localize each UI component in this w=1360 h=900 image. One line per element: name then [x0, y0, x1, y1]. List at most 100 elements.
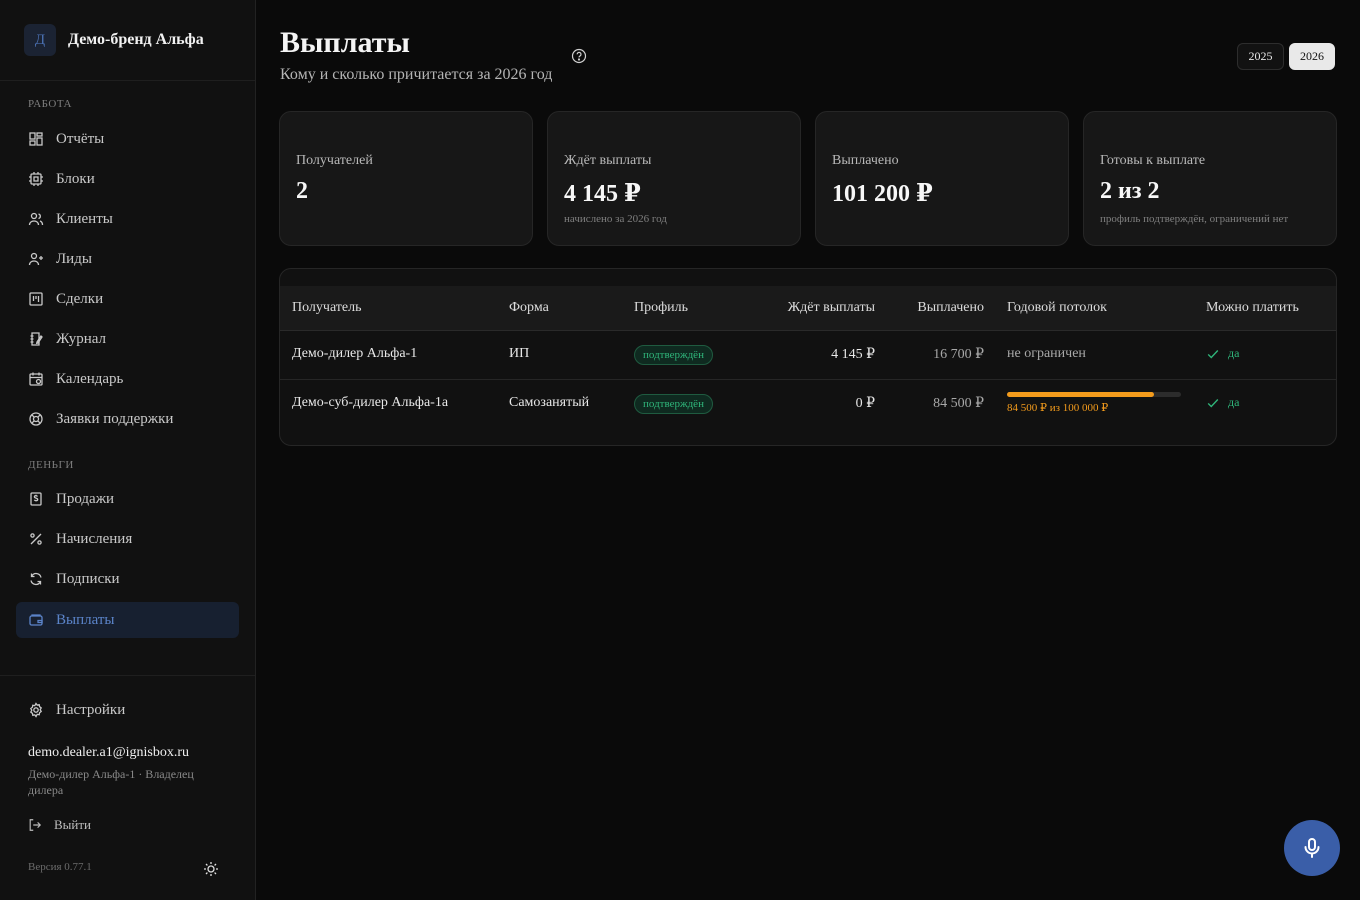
stat-card-pending: Ждёт выплаты 4 145 ₽ начислено за 2026 г… [547, 111, 801, 246]
status-badge: подтверждён [634, 394, 713, 414]
gear-icon [29, 702, 43, 718]
sidebar-item-journal[interactable]: Журнал [16, 321, 239, 357]
cell-recipient: Демо-суб-дилер Альфа-1а [292, 395, 449, 410]
section-label-money: Деньги [28, 459, 74, 471]
sidebar-item-label: Подписки [56, 570, 120, 587]
sidebar-item-label: Календарь [56, 370, 124, 387]
user-role: Демо-дилер Альфа-1 · Владелец дилера [28, 767, 194, 797]
page-subtitle: Кому и сколько причитается за 2026 год [280, 66, 553, 83]
table-header: Получатель Форма Профиль Ждёт выплаты Вы… [280, 286, 1336, 331]
column-header-can-pay[interactable]: Можно платить [1206, 300, 1299, 316]
chip-icon [29, 172, 43, 186]
column-header-annual-cap[interactable]: Годовой потолок [1007, 300, 1107, 316]
stat-value: 101 200 ₽ [832, 181, 933, 207]
brand-header[interactable]: Д Демо-бренд Альфа [0, 0, 255, 81]
stat-card-recipients: Получателей 2 [279, 111, 533, 246]
sidebar-item-label: Выплаты [56, 611, 115, 628]
sidebar-item-label: Сделки [56, 290, 104, 307]
annual-cap-text: 84 500 ₽ из 100 000 ₽ [1007, 402, 1109, 414]
stat-card-ready: Готовы к выплате 2 из 2 профиль подтверж… [1083, 111, 1337, 246]
sidebar-item-label: Продажи [56, 490, 115, 507]
logout-label: Выйти [54, 817, 92, 832]
cell-annual-cap: не ограничен [1007, 346, 1086, 361]
sun-icon[interactable] [203, 861, 219, 877]
brand-name: Демо-бренд Альфа [68, 31, 204, 48]
column-header-paid[interactable]: Выплачено [917, 300, 984, 316]
sidebar-item-label: Блоки [56, 170, 95, 187]
stat-label: Готовы к выплате [1100, 153, 1206, 168]
section-label-work: Работа [28, 98, 72, 110]
logout-button[interactable]: Выйти [28, 817, 91, 833]
page-title: Выплаты [280, 26, 410, 59]
lifebuoy-icon [29, 412, 43, 426]
sidebar-item-label: Клиенты [56, 210, 113, 227]
can-pay-label: да [1228, 346, 1240, 360]
sidebar-item-deals[interactable]: Сделки [16, 281, 239, 317]
sidebar-item-support[interactable]: Заявки поддержки [16, 401, 239, 437]
can-pay-indicator: да [1206, 346, 1239, 361]
journal-icon [30, 332, 43, 346]
sidebar-item-leads[interactable]: Лиды [16, 241, 239, 277]
calendar-icon [29, 372, 43, 386]
payouts-table: Получатель Форма Профиль Ждёт выплаты Вы… [279, 268, 1337, 446]
dashboard-icon [29, 132, 43, 146]
percent-icon [30, 533, 42, 545]
sidebar-item-accruals[interactable]: Начисления [16, 521, 239, 557]
stat-sub: профиль подтверждён, ограничений нет [1100, 213, 1289, 225]
settings-label: Настройки [56, 701, 126, 718]
stat-sub: начислено за 2026 год [564, 213, 667, 225]
sidebar-item-reports[interactable]: Отчёты [16, 121, 239, 157]
cell-form: ИП [509, 346, 530, 361]
kanban-icon [29, 292, 43, 306]
stat-value: 2 из 2 [1100, 178, 1160, 204]
receipt-icon [30, 492, 42, 506]
logout-icon [29, 819, 42, 831]
sidebar-item-label: Заявки поддержки [56, 410, 174, 427]
can-pay-label: да [1228, 395, 1240, 409]
sidebar-item-calendar[interactable]: Календарь [16, 361, 239, 397]
stat-value: 2 [296, 178, 308, 204]
stat-label: Ждёт выплаты [564, 153, 652, 168]
sidebar-item-settings[interactable]: Настройки [16, 692, 239, 728]
help-icon[interactable] [571, 48, 587, 64]
check-icon [1207, 398, 1219, 408]
sidebar-footer: Настройки demo.dealer.a1@ignisbox.ru Дем… [0, 675, 255, 900]
refresh-icon [30, 572, 42, 586]
sidebar-item-label: Журнал [56, 330, 107, 347]
stat-card-paid: Выплачено 101 200 ₽ [815, 111, 1069, 246]
microphone-icon [1304, 838, 1320, 858]
version-label: Версия 0.77.1 [28, 861, 92, 873]
brand-logo: Д [24, 24, 56, 56]
cell-paid: 84 500 ₽ [933, 396, 984, 411]
sidebar-item-label: Лиды [56, 250, 92, 267]
cell-pending: 4 145 ₽ [831, 347, 875, 362]
sidebar-item-payouts[interactable]: Выплаты [16, 602, 239, 638]
user-email: demo.dealer.a1@ignisbox.ru [28, 745, 190, 760]
stat-value: 4 145 ₽ [564, 181, 641, 207]
table-row[interactable]: Демо-суб-дилер Альфа-1а Самозанятый подт… [280, 380, 1336, 429]
cell-paid: 16 700 ₽ [933, 347, 984, 362]
annual-cap-progress-fill [1007, 392, 1155, 397]
year-button-2025[interactable]: 2025 [1237, 43, 1284, 70]
sidebar-item-subscriptions[interactable]: Подписки [16, 561, 239, 597]
can-pay-indicator: да [1206, 395, 1239, 410]
users-icon [28, 212, 44, 226]
voice-input-button[interactable] [1284, 820, 1340, 876]
table-row[interactable]: Демо-дилер Альфа-1 ИП подтверждён 4 145 … [280, 331, 1336, 380]
wallet-icon [29, 614, 43, 626]
column-header-recipient[interactable]: Получатель [292, 300, 362, 316]
column-header-pending[interactable]: Ждёт выплаты [788, 300, 875, 316]
sidebar-item-blocks[interactable]: Блоки [16, 161, 239, 197]
year-button-2026[interactable]: 2026 [1289, 43, 1335, 70]
column-header-profile[interactable]: Профиль [634, 300, 688, 316]
sidebar-item-label: Отчёты [56, 130, 105, 147]
annual-cap-progress [1007, 392, 1181, 397]
sidebar-item-sales[interactable]: Продажи [16, 481, 239, 517]
column-header-form[interactable]: Форма [509, 300, 549, 316]
stat-label: Получателей [296, 153, 373, 168]
sidebar-item-clients[interactable]: Клиенты [16, 201, 239, 237]
check-icon [1207, 349, 1219, 359]
sidebar-item-label: Начисления [56, 530, 133, 547]
status-badge: подтверждён [634, 345, 713, 365]
sidebar: Д Демо-бренд Альфа Работа Отчёты Блоки К… [0, 0, 256, 900]
